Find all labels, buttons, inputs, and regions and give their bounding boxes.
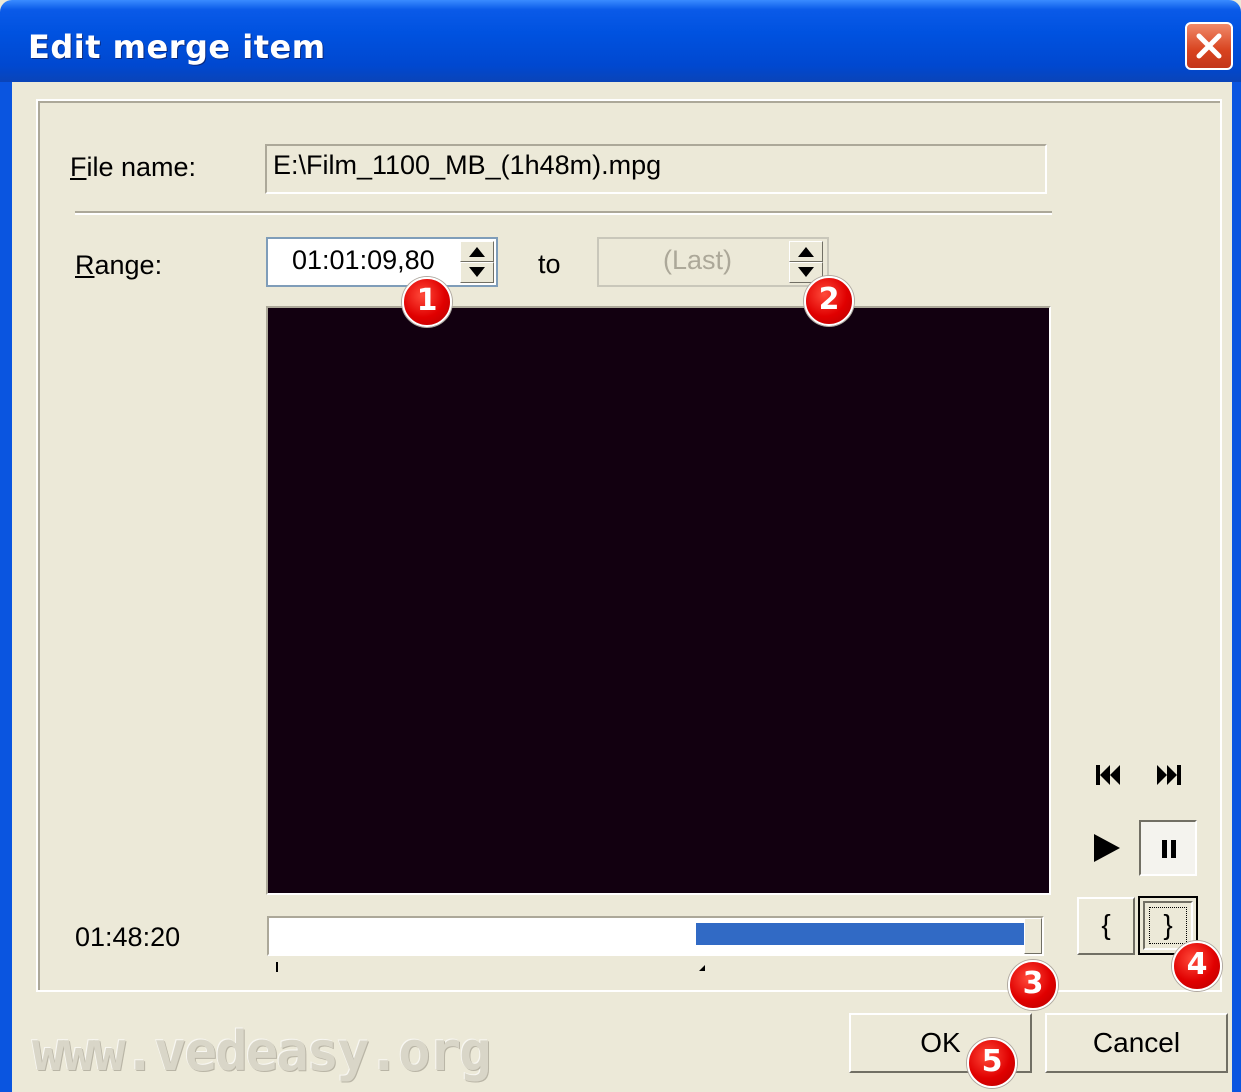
cancel-button[interactable]: Cancel <box>1045 1013 1228 1073</box>
separator-line <box>75 211 1052 215</box>
range-end-value: (Last) <box>663 245 733 275</box>
play-icon <box>1094 834 1120 862</box>
range-start-value: 01:01:09,80 <box>292 245 435 275</box>
range-label: Range: <box>75 250 163 280</box>
skip-to-end-button[interactable] <box>1149 757 1189 793</box>
pause-icon <box>1162 840 1176 858</box>
seek-bar[interactable] <box>267 916 1044 956</box>
seek-thumb[interactable] <box>1024 918 1042 954</box>
callout-badge-1: 1 <box>402 277 452 327</box>
window-title: Edit merge item <box>28 28 326 66</box>
arrow-up-icon <box>798 247 814 257</box>
watermark: www.vedeasy.org <box>32 1020 492 1083</box>
mark-start-button[interactable]: { <box>1077 897 1135 955</box>
callout-badge-2: 2 <box>804 276 854 326</box>
skip-to-start-button[interactable] <box>1088 757 1128 793</box>
mark-end-label: } <box>1149 907 1187 944</box>
arrow-down-icon <box>469 267 485 277</box>
range-start-down-button[interactable] <box>460 262 494 283</box>
arrow-up-icon <box>469 247 485 257</box>
window-frame-right <box>1232 82 1241 1092</box>
range-start-spin-buttons[interactable] <box>460 241 494 283</box>
close-button[interactable] <box>1185 22 1233 70</box>
edit-merge-item-dialog: Edit merge item File name: E:\Film_1100_… <box>0 0 1241 1092</box>
skip-back-icon <box>1096 765 1120 785</box>
range-end-spin-buttons[interactable] <box>789 241 823 283</box>
range-to-label: to <box>538 249 561 279</box>
callout-badge-5: 5 <box>967 1038 1017 1088</box>
skip-forward-icon <box>1157 765 1181 785</box>
file-name-field[interactable]: E:\Film_1100_MB_(1h48m).mpg <box>265 144 1047 194</box>
title-bar[interactable]: Edit merge item <box>0 0 1241 82</box>
file-name-label: File name: <box>70 152 197 182</box>
pause-button[interactable] <box>1139 820 1197 876</box>
seek-tick-start <box>276 962 278 972</box>
callout-badge-4: 4 <box>1172 941 1222 991</box>
play-button[interactable] <box>1080 820 1136 876</box>
range-end-spinner[interactable]: (Last) <box>597 237 829 287</box>
range-start-up-button[interactable] <box>460 241 494 262</box>
callout-badge-3: 3 <box>1008 960 1058 1010</box>
selection-start-marker-icon <box>699 965 705 971</box>
video-preview <box>266 306 1051 895</box>
selection-range-fill <box>696 923 1024 945</box>
close-icon <box>1196 33 1222 59</box>
range-end-up-button[interactable] <box>789 241 823 262</box>
window-frame-left <box>0 82 12 1092</box>
range-start-spinner[interactable]: 01:01:09,80 <box>266 237 498 287</box>
current-time-label: 01:48:20 <box>75 922 181 952</box>
